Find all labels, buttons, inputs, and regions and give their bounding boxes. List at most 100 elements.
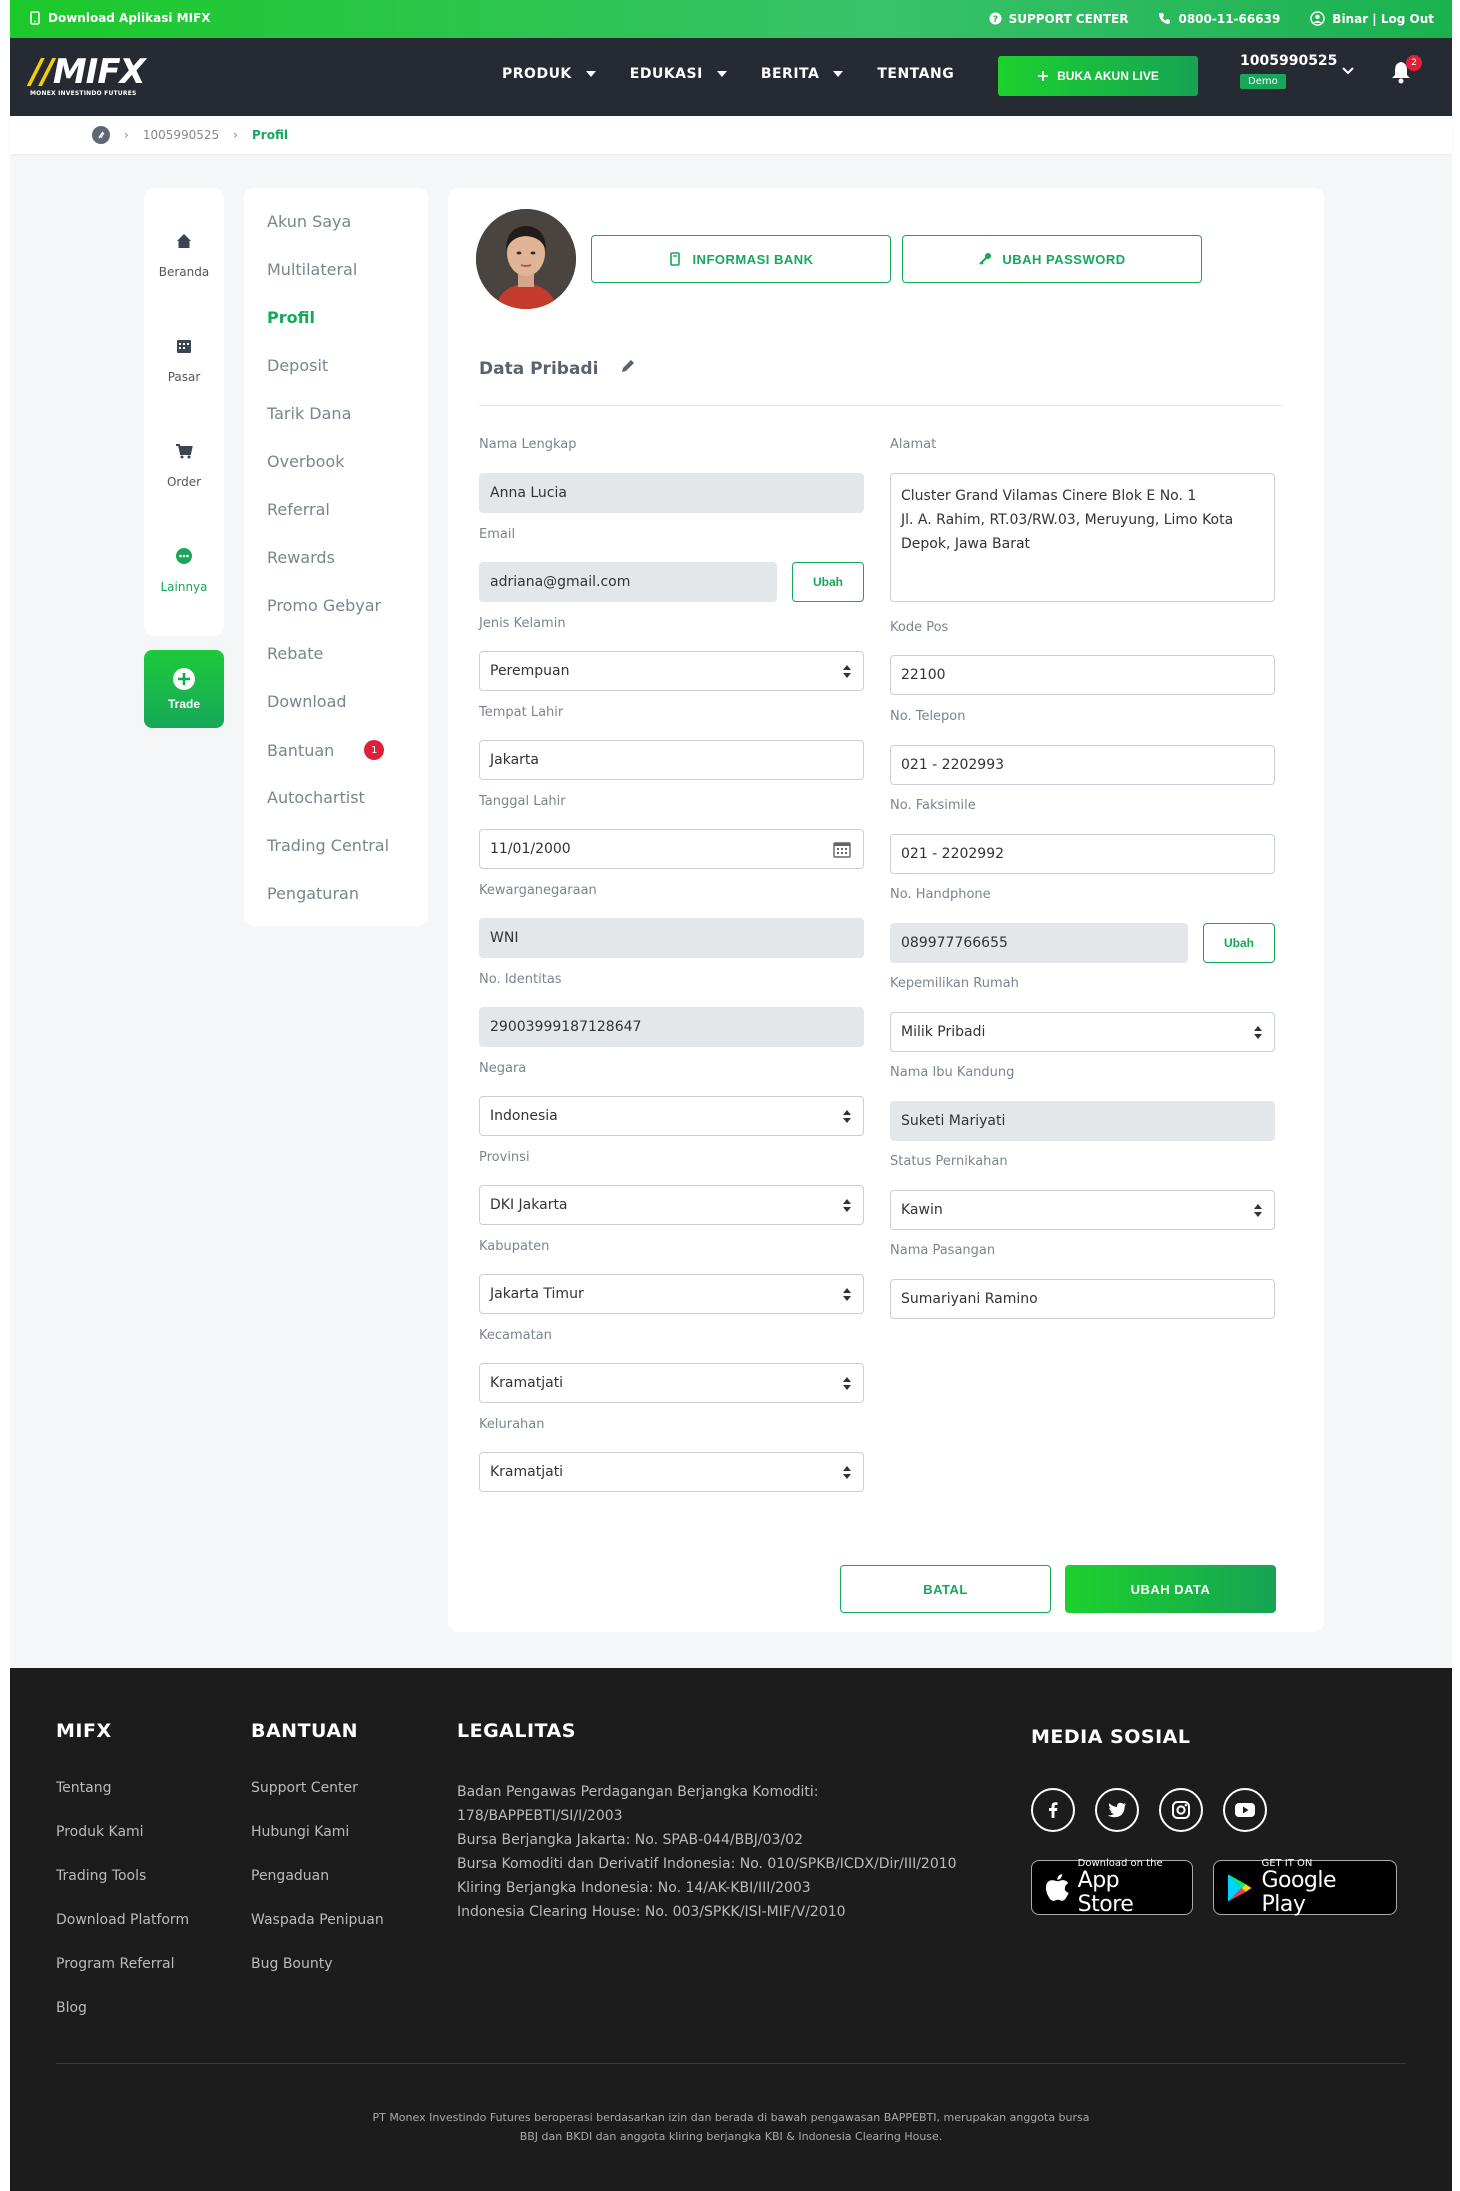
footer-link[interactable]: Hubungi Kami [251, 1824, 349, 1840]
footer: MIFX Tentang Produk Kami Trading Tools D… [10, 1668, 1452, 2191]
nav-edukasi[interactable]: EDUKASI [630, 66, 727, 82]
change-password-button[interactable]: UBAH PASSWORD [902, 235, 1202, 283]
mifx-logo[interactable]: //MIFX MONEX INVESTINDO FUTURES [30, 55, 146, 97]
footer-link[interactable]: Trading Tools [56, 1868, 146, 1884]
main-nav: //MIFX MONEX INVESTINDO FUTURES PRODUK E… [10, 38, 1452, 116]
nav-tentang-label: TENTANG [877, 66, 955, 82]
footer-link[interactable]: Pengaduan [251, 1868, 329, 1884]
tempat-lahir-input[interactable]: Jakarta [479, 740, 864, 780]
open-live-account-button[interactable]: BUKA AKUN LIVE [998, 56, 1198, 96]
legal-line: Bursa Berjangka Jakarta: No. SPAB-044/BB… [457, 1832, 803, 1848]
menu-item-multilateral[interactable]: Multilateral [267, 260, 357, 279]
instagram-icon[interactable] [1159, 1788, 1203, 1832]
footer-link[interactable]: Produk Kami [56, 1824, 144, 1840]
menu-item-label: Autochartist [267, 788, 365, 807]
alamat-textarea[interactable]: Cluster Grand Vilamas Cinere Blok E No. … [890, 473, 1275, 602]
telepon-input[interactable]: 021 - 2202993 [890, 745, 1275, 785]
youtube-icon[interactable] [1223, 1788, 1267, 1832]
phone-link[interactable]: 0800-11-66639 [1158, 12, 1280, 26]
sidebar-item-label: Pasar [167, 370, 201, 384]
status-pernikahan-label: Status Pernikahan [890, 1154, 1008, 1169]
change-handphone-button[interactable]: Ubah [1203, 923, 1275, 963]
menu-item-tarik-dana[interactable]: Tarik Dana [267, 404, 351, 423]
tanggal-lahir-input[interactable]: 11/01/2000 [479, 829, 864, 869]
menu-item-overbook[interactable]: Overbook [267, 452, 344, 471]
nav-tentang[interactable]: TENTANG [877, 66, 954, 82]
footer-link[interactable]: Program Referral [56, 1956, 175, 1972]
menu-item-trading-central[interactable]: Trading Central [267, 836, 389, 855]
trade-button[interactable]: Trade [144, 650, 224, 728]
calendar-icon[interactable] [833, 841, 851, 862]
ibu-kandung-field: Suketi Mariyati [890, 1101, 1275, 1141]
footer-link[interactable]: Bug Bounty [251, 1956, 333, 1972]
nav-berita-label: BERITA [760, 66, 820, 82]
jenis-kelamin-select[interactable]: Perempuan [479, 651, 864, 691]
support-center-link[interactable]: ? SUPPORT CENTER [989, 11, 1129, 26]
provinsi-select[interactable]: DKI Jakarta [479, 1185, 864, 1225]
download-app-link[interactable]: Download Aplikasi MIFX [30, 11, 211, 25]
menu-item-label: Overbook [267, 452, 345, 471]
phone-device-icon [30, 11, 40, 25]
account-switcher[interactable]: 1005990525 Demo [1240, 53, 1337, 89]
sidebar-item-lainnya[interactable]: Lainnya [144, 547, 224, 594]
nav-berita[interactable]: BERITA [761, 66, 844, 82]
nav-produk[interactable]: PRODUK [502, 66, 596, 82]
menu-item-rebate[interactable]: Rebate [267, 644, 323, 663]
footer-bantuan-title: BANTUAN [251, 1720, 358, 1742]
footer-link[interactable]: Download Platform [56, 1912, 189, 1928]
user-logout-link[interactable]: Binar | Log Out [1310, 11, 1434, 26]
menu-item-pengaturan[interactable]: Pengaturan [267, 884, 359, 903]
icon-sidebar: Beranda Pasar Order Lainnya [144, 188, 224, 636]
status-pernikahan-select[interactable]: Kawin [890, 1190, 1275, 1230]
footer-link[interactable]: Waspada Penipuan [251, 1912, 384, 1928]
edit-pencil-icon[interactable] [620, 358, 636, 379]
sidebar-item-pasar[interactable]: Pasar [144, 337, 224, 384]
menu-item-download[interactable]: Download [267, 692, 347, 711]
menu-item-promo-gebyar[interactable]: Promo Gebyar [267, 596, 381, 615]
kode-pos-input[interactable]: 22100 [890, 655, 1275, 695]
menu-item-autochartist[interactable]: Autochartist [267, 788, 365, 807]
app-store-badge[interactable]: Download on the App Store [1031, 1858, 1193, 1917]
sidebar-item-order[interactable]: Order [144, 442, 224, 489]
bank-info-button[interactable]: INFORMASI BANK [591, 235, 891, 283]
chevron-right-icon: › [124, 128, 129, 142]
kepemilikan-rumah-select[interactable]: Milik Pribadi [890, 1012, 1275, 1052]
faksimile-input[interactable]: 021 - 2202992 [890, 834, 1275, 874]
chevron-down-icon[interactable] [1341, 66, 1355, 76]
support-center-label: SUPPORT CENTER [1008, 11, 1129, 26]
avatar[interactable] [476, 209, 576, 309]
footer-link[interactable]: Support Center [251, 1780, 358, 1796]
menu-item-bantuan[interactable]: Bantuan 1 [267, 740, 385, 760]
change-email-button[interactable]: Ubah [792, 562, 864, 602]
save-data-button[interactable]: UBAH DATA [1065, 1565, 1276, 1613]
menu-item-label: Referral [267, 500, 330, 519]
app-store-text: App Store [1077, 1868, 1134, 1917]
kecamatan-select[interactable]: Kramatjati [479, 1363, 864, 1403]
facebook-icon[interactable] [1031, 1788, 1075, 1832]
pasangan-input[interactable]: Sumariyani Ramino [890, 1279, 1275, 1319]
menu-item-deposit[interactable]: Deposit [267, 356, 328, 375]
notification-bell[interactable]: 2 [1390, 55, 1422, 88]
alamat-line: Cluster Grand Vilamas Cinere Blok E No. … [901, 488, 1197, 504]
footer-link[interactable]: Blog [56, 2000, 87, 2016]
cart-icon [176, 444, 193, 459]
menu-item-rewards[interactable]: Rewards [267, 548, 335, 567]
kelurahan-select[interactable]: Kramatjati [479, 1452, 864, 1492]
twitter-icon[interactable] [1095, 1788, 1139, 1832]
google-play-badge[interactable]: GET IT ON Google Play [1213, 1858, 1397, 1917]
menu-item-referral[interactable]: Referral [267, 500, 330, 519]
legalitas-text: Badan Pengawas Perdagangan Berjangka Kom… [457, 1780, 957, 1924]
handphone-field: 089977766655 [890, 923, 1188, 963]
negara-select[interactable]: Indonesia [479, 1096, 864, 1136]
footer-link[interactable]: Tentang [56, 1780, 112, 1796]
cancel-button[interactable]: BATAL [840, 1565, 1051, 1613]
menu-item-akun-saya[interactable]: Akun Saya [267, 212, 351, 231]
sidebar-item-beranda[interactable]: Beranda [144, 232, 224, 279]
breadcrumb-account[interactable]: 1005990525 [143, 128, 219, 142]
trade-label: Trade [167, 697, 200, 711]
nav-edukasi-label: EDUKASI [629, 66, 703, 82]
menu-item-profil[interactable]: Profil [267, 308, 315, 327]
key-icon [979, 253, 992, 265]
kabupaten-select[interactable]: Jakarta Timur [479, 1274, 864, 1314]
home-icon[interactable] [92, 126, 110, 144]
